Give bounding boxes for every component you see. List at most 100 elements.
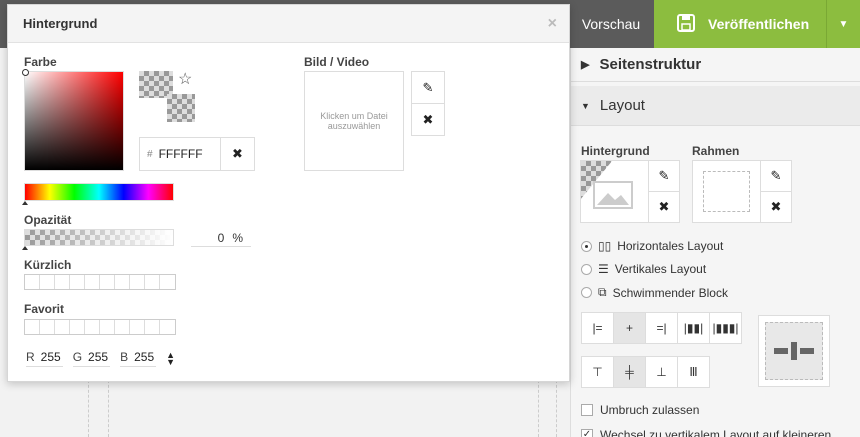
align-right-button[interactable]: =| bbox=[645, 312, 678, 344]
section-page-structure[interactable]: ▶ Seitenstruktur bbox=[571, 48, 860, 82]
distribute-around-icon: |▮▮▮| bbox=[712, 321, 739, 335]
green-label: G bbox=[72, 350, 83, 364]
color-slot[interactable] bbox=[40, 275, 55, 289]
background-preview[interactable] bbox=[580, 160, 649, 223]
color-slot[interactable] bbox=[55, 275, 70, 289]
color-slot[interactable] bbox=[85, 320, 100, 334]
opacity-input[interactable]: 0 % bbox=[191, 230, 251, 247]
clear-color-button[interactable]: ✖ bbox=[220, 137, 255, 171]
radio-button[interactable] bbox=[581, 240, 592, 252]
star-icon[interactable]: ☆ bbox=[178, 69, 192, 89]
section-title: Seitenstruktur bbox=[599, 56, 702, 73]
clear-border-button[interactable]: ✖ bbox=[760, 191, 792, 223]
rgb-inputs: R 255 G 255 B 255 ▲ ▼ bbox=[26, 350, 175, 367]
align-left-button[interactable]: |= bbox=[581, 312, 614, 344]
align-center-button[interactable]: + bbox=[613, 312, 646, 344]
color-slot[interactable] bbox=[115, 320, 130, 334]
properties-panel: ▶ Seitenstruktur ▼ Layout Hintergrund ✎ … bbox=[570, 48, 860, 437]
green-value[interactable]: 255 bbox=[88, 350, 108, 364]
spinner-icon[interactable]: ▲ ▼ bbox=[166, 350, 175, 366]
close-icon[interactable]: × bbox=[548, 15, 557, 33]
current-color-swatch bbox=[167, 94, 195, 122]
color-slot[interactable] bbox=[70, 275, 85, 289]
color-slot[interactable] bbox=[160, 275, 175, 289]
edit-media-button[interactable]: ✎ bbox=[411, 71, 445, 104]
blue-value[interactable]: 255 bbox=[134, 350, 154, 364]
green-input[interactable]: G 255 bbox=[72, 350, 111, 367]
blue-label: B bbox=[120, 350, 129, 364]
preview-button[interactable]: Vorschau bbox=[568, 0, 654, 48]
hue-slider-handle[interactable] bbox=[22, 201, 28, 205]
hue-slider[interactable] bbox=[24, 183, 174, 201]
align-left-icon: |= bbox=[592, 321, 603, 335]
favorite-label: Favorit bbox=[24, 302, 65, 316]
distribute-between-icon: |▮▮| bbox=[683, 321, 704, 335]
picker-handle[interactable] bbox=[22, 69, 29, 76]
vertical-alignment-group: ⊤ ╪ ⊥ Ⅲ bbox=[581, 356, 710, 388]
blue-input[interactable]: B 255 bbox=[120, 350, 157, 367]
edit-border-button[interactable]: ✎ bbox=[760, 160, 792, 192]
distribute-around-button[interactable]: |▮▮▮| bbox=[709, 312, 742, 344]
wrap-checkbox[interactable] bbox=[581, 404, 593, 416]
close-icon: ✖ bbox=[422, 111, 434, 127]
color-slot[interactable] bbox=[85, 275, 100, 289]
wrap-checkbox-row[interactable]: Umbruch zulassen bbox=[581, 403, 699, 417]
save-icon bbox=[676, 13, 696, 36]
color-slot[interactable] bbox=[160, 320, 175, 334]
preview-label: Vorschau bbox=[581, 16, 641, 32]
switch-layout-label: Wechsel zu vertikalem Layout auf kleiner… bbox=[600, 428, 832, 437]
align-bottom-button[interactable]: ⊥ bbox=[645, 356, 678, 388]
canvas-guide-line bbox=[538, 380, 539, 437]
align-middle-button[interactable]: ╪ bbox=[613, 356, 646, 388]
hex-prefix: # bbox=[147, 148, 153, 160]
section-layout[interactable]: ▼ Layout bbox=[571, 86, 860, 126]
color-slot[interactable] bbox=[130, 275, 145, 289]
background-label: Hintergrund bbox=[581, 144, 650, 158]
align-top-icon: ⊤ bbox=[592, 365, 603, 379]
close-icon: ✖ bbox=[770, 199, 782, 214]
color-slot[interactable] bbox=[25, 320, 40, 334]
align-middle-icon: ╪ bbox=[625, 365, 634, 379]
red-value[interactable]: 255 bbox=[41, 350, 61, 364]
color-slot[interactable] bbox=[130, 320, 145, 334]
saturation-value-picker[interactable] bbox=[22, 69, 124, 171]
color-slot[interactable] bbox=[145, 275, 160, 289]
switch-layout-checkbox-row[interactable]: ✓ Wechsel zu vertikalem Layout auf klein… bbox=[581, 428, 831, 437]
switch-layout-checkbox[interactable]: ✓ bbox=[581, 429, 593, 437]
hex-value[interactable]: FFFFFF bbox=[159, 147, 203, 161]
clear-media-button[interactable]: ✖ bbox=[411, 103, 445, 136]
layout-option-horizontal[interactable]: ▯▯ Horizontales Layout bbox=[581, 239, 723, 253]
color-slot[interactable] bbox=[145, 320, 160, 334]
publish-dropdown-button[interactable]: ▼ bbox=[826, 0, 860, 48]
clear-background-button[interactable]: ✖ bbox=[648, 191, 680, 223]
radio-button[interactable] bbox=[581, 263, 592, 275]
close-icon: ✖ bbox=[232, 146, 243, 161]
edit-background-button[interactable]: ✎ bbox=[648, 160, 680, 192]
media-dropzone[interactable]: Klicken um Datei auszuwählen bbox=[304, 71, 404, 171]
chevron-right-icon: ▶ bbox=[581, 59, 590, 71]
opacity-value[interactable]: 0 bbox=[218, 231, 225, 245]
red-input[interactable]: R 255 bbox=[26, 350, 63, 367]
layout-option-floating[interactable]: ⧉ Schwimmender Block bbox=[581, 285, 728, 300]
border-label: Rahmen bbox=[692, 144, 740, 158]
recent-color-swatch[interactable] bbox=[25, 275, 40, 289]
opacity-slider-handle[interactable] bbox=[22, 246, 28, 250]
radio-button[interactable] bbox=[581, 287, 592, 298]
recent-colors bbox=[24, 274, 176, 290]
opacity-slider[interactable] bbox=[24, 229, 174, 246]
color-slot[interactable] bbox=[55, 320, 70, 334]
color-slot[interactable] bbox=[100, 275, 115, 289]
hex-input[interactable]: # FFFFFF bbox=[139, 137, 221, 171]
publish-button[interactable]: Veröffentlichen bbox=[654, 0, 826, 48]
color-slot[interactable] bbox=[115, 275, 130, 289]
align-top-button[interactable]: ⊤ bbox=[581, 356, 614, 388]
stretch-button[interactable]: Ⅲ bbox=[677, 356, 710, 388]
border-preview[interactable] bbox=[692, 160, 761, 223]
color-slot[interactable] bbox=[40, 320, 55, 334]
distribute-between-button[interactable]: |▮▮| bbox=[677, 312, 710, 344]
color-slot[interactable] bbox=[100, 320, 115, 334]
background-dialog: Hintergrund × Farbe ☆ # FFFFFF ✖ Opazitä… bbox=[7, 4, 570, 382]
layout-option-vertical[interactable]: ☰ Vertikales Layout bbox=[581, 262, 706, 276]
horizontal-alignment-group: |= + =| |▮▮| |▮▮▮| bbox=[581, 312, 742, 344]
color-slot[interactable] bbox=[70, 320, 85, 334]
